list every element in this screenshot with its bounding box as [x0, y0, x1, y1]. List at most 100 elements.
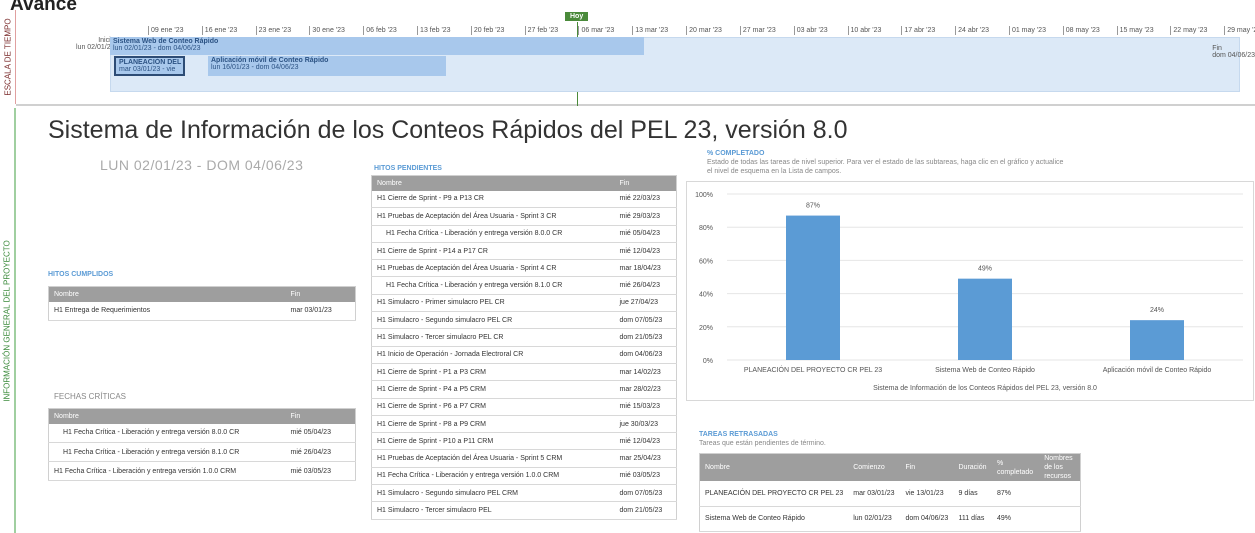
table-cell: mar 03/01/23 [285, 301, 356, 321]
table-row[interactable]: H1 Inicio de Operación - Jornada Electro… [371, 346, 677, 364]
column-header[interactable]: Nombre [48, 408, 286, 424]
hitos-cumplidos-label: HITOS CUMPLIDOS [48, 271, 114, 278]
timeline-end-date: dom 04/06/23 [1212, 52, 1255, 59]
table-row[interactable]: H1 Simulacro - Segundo simulacro PEL CRM… [371, 484, 677, 503]
table-cell: mié 15/03/23 [614, 398, 677, 416]
column-header[interactable]: Fin [285, 286, 356, 302]
timeline-bar-web[interactable]: Sistema Web de Conteo Rápido lun 02/01/2… [110, 37, 644, 55]
table-cell: dom 21/05/23 [614, 328, 677, 347]
table-cell: H1 Entrega de Requerimientos [48, 301, 286, 321]
table-row[interactable]: H1 Fecha Crítica - Liberación y entrega … [371, 467, 677, 486]
table-row[interactable]: H1 Simulacro - Primer simulacro PEL CR ju… [371, 294, 677, 313]
completado-chart-svg: 100% 80% 60% 40% 20% 0% 87% PLANEACIÓN DEL PROY… [695, 192, 1243, 392]
table-row[interactable]: H1 Simulacro - Tercer simulacro PEL dom 2… [371, 501, 677, 520]
table-cell: jue 30/03/23 [614, 415, 677, 434]
completado-chart[interactable]: 100% 80% 60% 40% 20% 0% 87% PLANEACIÓN DEL PROY… [686, 181, 1254, 401]
y-tick-label: 40% [699, 292, 713, 299]
tareas-retrasadas-table[interactable]: Nombre Comienzo Fin Duración% completado Nom… [699, 453, 1081, 532]
hitos-pendientes-table[interactable]: Nombre Fin H1 Cierre de Sprint - P9 a P1… [371, 175, 677, 520]
tareas-retrasadas-label: TAREAS RETRASADAS [699, 431, 778, 438]
timeline-bar-planeacion[interactable]: PLANEACIÓN DEL mar 03/01/23 - vie [114, 56, 185, 76]
timeline-tick: 13 mar '23 [632, 26, 668, 35]
table-cell: dom 04/06/23 [614, 346, 677, 364]
timeline-bar-app[interactable]: Aplicación móvil de Conteo Rápido lun 16… [208, 56, 446, 76]
table-cell: dom 07/05/23 [614, 484, 677, 503]
timeline-tick: 08 may '23 [1062, 26, 1100, 35]
table-header-row: Nombre Fin [48, 408, 356, 424]
table-cell [1039, 506, 1081, 532]
table-cell: mar 18/04/23 [614, 259, 677, 278]
table-row[interactable]: Sistema Web de Conteo Rápido lun 02/01/23… [699, 506, 1081, 532]
table-row[interactable]: H1 Cierre de Sprint - P6 a P7 CRM mié 15/… [371, 398, 677, 416]
table-cell: H1 Simulacro - Tercer simulacro PEL CR [371, 328, 615, 347]
table-row[interactable]: H1 Simulacro - Tercer simulacro PEL CR do… [371, 328, 677, 347]
column-header[interactable]: Nombre [371, 175, 615, 191]
timeline-tick: 29 may '23 [1224, 26, 1255, 35]
column-header[interactable]: Nombres de los recursos [1039, 453, 1081, 481]
table-cell: jue 27/04/23 [614, 294, 677, 313]
timeline-tick: 10 abr '23 [847, 26, 881, 35]
table-cell: H1 Simulacro - Segundo simulacro PEL CRM [371, 484, 615, 503]
table-row[interactable]: H1 Cierre de Sprint - P14 a P17 CR mié 12… [371, 242, 677, 261]
table-cell: 9 días [953, 481, 992, 507]
table-row[interactable]: H1 Simulacro - Segundo simulacro PEL CR d… [371, 311, 677, 330]
timeline[interactable]: 09 ene '23 16 ene '23 23 ene '23 30 ene '23… [16, 10, 1255, 106]
table-cell: mié 12/04/23 [614, 242, 677, 261]
table-row[interactable]: PLANEACIÓN DEL PROYECTO CR PEL 23 mar 03/… [699, 481, 1081, 507]
table-row[interactable]: H1 Fecha Crítica - Liberación y entrega … [371, 276, 677, 295]
fechas-criticas-label: FECHAS CRÍTICAS [54, 392, 127, 401]
column-header[interactable]: Nombre [48, 286, 286, 302]
column-header[interactable]: Fin [900, 453, 954, 481]
bar-dates: lun 16/01/23 - dom 04/06/23 [211, 64, 299, 71]
fechas-criticas-table[interactable]: Nombre Fin H1 Fecha Crítica - Liberación… [48, 408, 356, 481]
table-cell: mié 05/04/23 [614, 225, 677, 243]
table-row[interactable]: H1 Pruebas de Aceptación del Área Usuari… [371, 259, 677, 278]
bar [1130, 320, 1184, 360]
table-cell: mié 22/03/23 [614, 190, 677, 209]
today-marker-label: Hoy [565, 12, 589, 21]
project-info-band: INFORMACIÓN GENERAL DEL PROYECTO [0, 108, 16, 533]
timeline-start-label: Inicio [98, 37, 115, 44]
bar [958, 278, 1012, 360]
column-header[interactable]: Nombre [699, 453, 849, 481]
table-cell: H1 Simulacro - Primer simulacro PEL CR [371, 294, 615, 313]
y-tick-label: 100% [695, 192, 713, 199]
table-cell: lun 02/01/23 [848, 506, 901, 532]
table-header-row: Nombre Fin [371, 175, 677, 191]
table-row[interactable]: H1 Cierre de Sprint - P1 a P3 CRM mar 14/… [371, 363, 677, 382]
hitos-cumplidos-table[interactable]: Nombre Fin H1 Entrega de Requerimientos m… [48, 286, 356, 321]
bar-dates: mar 03/01/23 - vie [119, 66, 176, 73]
column-header[interactable]: Fin [614, 175, 677, 191]
table-header-row: Nombre Fin [48, 286, 356, 302]
table-cell: mié 29/03/23 [614, 207, 677, 226]
table-cell: mié 26/04/23 [285, 442, 356, 462]
column-header[interactable]: Fin [285, 408, 356, 424]
time-scale-label: ESCALA DE TIEMPO [3, 18, 12, 96]
table-row[interactable]: H1 Cierre de Sprint - P4 a P5 CRM mar 28/… [371, 380, 677, 399]
y-tick-label: 0% [703, 358, 713, 365]
column-header[interactable]: % completado [991, 453, 1040, 481]
timeline-ruler: 09 ene '23 16 ene '23 23 ene '23 30 ene '23… [110, 10, 1255, 40]
table-row[interactable]: H1 Pruebas de Aceptación del Área Usuari… [371, 207, 677, 226]
table-row[interactable]: H1 Cierre de Sprint - P10 a P11 CRM mié 1… [371, 432, 677, 451]
table-row[interactable]: H1 Fecha Crítica - Liberación y entrega … [48, 442, 356, 462]
table-row[interactable]: H1 Fecha Crítica - Liberación y entrega … [371, 225, 677, 243]
table-row[interactable]: H1 Fecha Crítica - Liberación y entrega … [48, 461, 356, 481]
table-row[interactable]: H1 Cierre de Sprint - P9 a P13 CR mié 22/… [371, 190, 677, 209]
column-header[interactable]: Duración [953, 453, 992, 481]
y-tick-label: 20% [699, 325, 713, 332]
table-cell: H1 Cierre de Sprint - P9 a P13 CR [371, 190, 615, 209]
table-cell: H1 Cierre de Sprint - P4 a P5 CRM [371, 380, 615, 399]
table-cell: H1 Fecha Crítica - Liberación y entrega … [48, 442, 286, 462]
table-row[interactable]: H1 Cierre de Sprint - P8 a P9 CRM jue 30/… [371, 415, 677, 434]
table-row[interactable]: H1 Pruebas de Aceptación del Área Usuari… [371, 449, 677, 468]
table-row[interactable]: H1 Fecha Crítica - Liberación y entrega … [48, 423, 356, 443]
timeline-tick: 13 feb '23 [417, 26, 451, 35]
table-cell: vie 13/01/23 [900, 481, 954, 507]
table-row[interactable]: H1 Entrega de Requerimientos mar 03/01/23 [48, 301, 356, 321]
timeline-tick: 27 mar '23 [739, 26, 776, 35]
table-cell: mié 12/04/23 [614, 432, 677, 451]
column-header[interactable]: Comienzo [848, 453, 901, 481]
timeline-start-date: lun 02/01/23 [76, 44, 115, 51]
table-cell: H1 Pruebas de Aceptación del Área Usuari… [371, 207, 615, 226]
